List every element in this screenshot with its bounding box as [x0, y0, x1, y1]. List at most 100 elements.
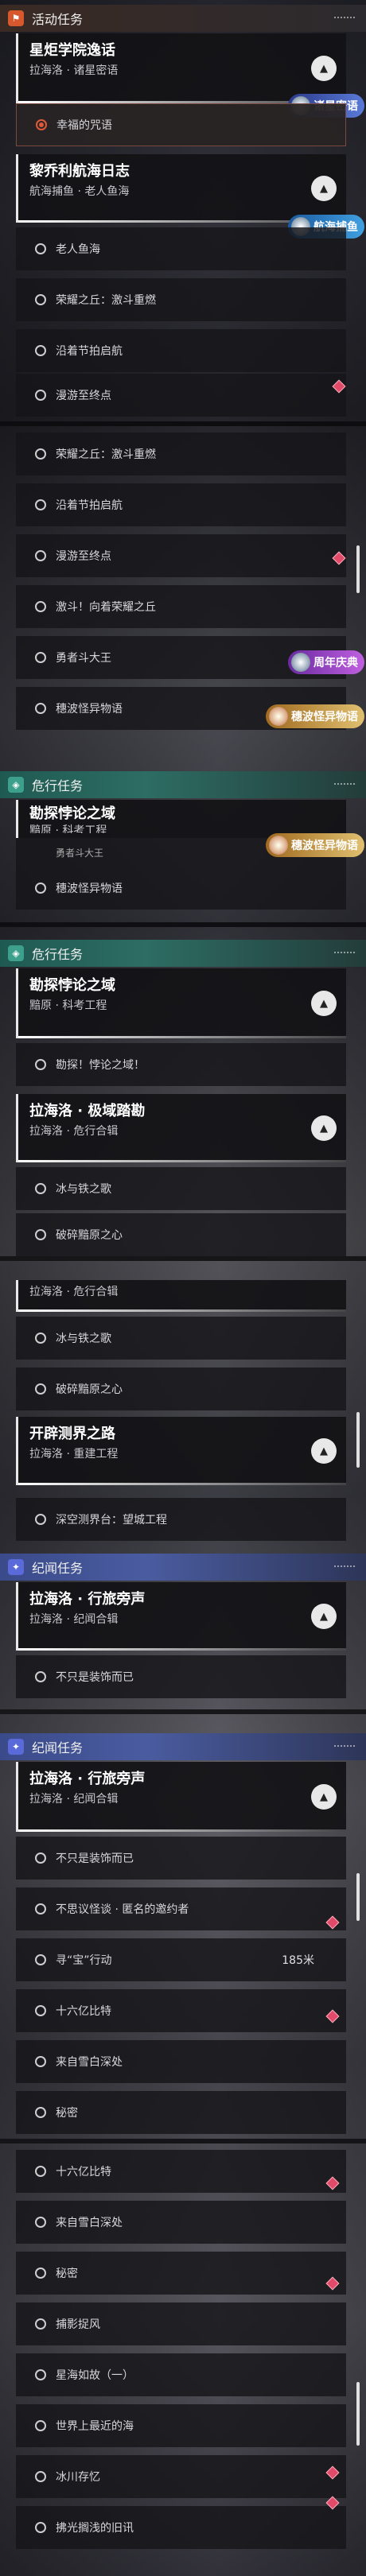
list-item[interactable]: 十六亿比特	[16, 1989, 346, 2032]
radio-icon	[35, 2056, 46, 2067]
list-item-label: 来自雪白深处	[56, 2056, 123, 2069]
list-item-label: 秘密	[56, 2107, 78, 2120]
list-item-label: 勘探！悖论之域！	[56, 1059, 145, 1072]
radio-icon	[35, 1383, 46, 1395]
radio-icon	[35, 2107, 46, 2118]
list-item[interactable]: 荣耀之丘：激斗重燃	[16, 433, 346, 475]
list-item[interactable]: 漫游至终点	[16, 374, 346, 417]
quest-card-jiyu[interactable]: 拉海洛 · 极域踏勘 拉海洛 · 危行合辑 ▲	[16, 1094, 346, 1162]
quest-card-lvxing[interactable]: 拉海洛 · 行旅旁声 拉海洛 · 纪闻合辑 ▲	[16, 1762, 346, 1832]
radio-icon	[35, 1671, 46, 1682]
list-item[interactable]: 沿着节拍启航	[16, 483, 346, 526]
section-title: 纪闻任务	[32, 1740, 84, 1755]
event-badge-suiha[interactable]: 穗波怪异物语	[266, 833, 364, 857]
list-item-label: 冰川存忆	[56, 2471, 100, 2484]
list-item[interactable]: 冰与铁之歌	[16, 1167, 346, 1210]
chevron-up-icon[interactable]: ▲	[311, 56, 337, 81]
radio-icon	[35, 1852, 46, 1864]
quest-card-kantan[interactable]: 勘探悖论之域 黯原 · 科考工程 ▲	[16, 968, 346, 1038]
list-item[interactable]: 勘探！悖论之域！	[16, 1043, 346, 1086]
list-item-label: 十六亿比特	[56, 2005, 111, 2018]
quest-card-liqiaoli[interactable]: 黎乔利航海日志 航海捕鱼 · 老人鱼海 ▲	[16, 154, 346, 223]
list-item-label: 深空测界台：望城工程	[56, 1514, 167, 1527]
list-item-label: 荣耀之丘：激斗重燃	[56, 448, 156, 461]
quest-card-xingju[interactable]: 星炬学院逸话 拉海洛 · 诸星密语 ▲	[16, 33, 346, 103]
list-item[interactable]: 不思议怪谈 · 匿名的邀约者	[16, 1887, 346, 1930]
list-item[interactable]: 星海如故（一）	[16, 2353, 346, 2396]
list-item[interactable]: 老人鱼海	[16, 227, 346, 270]
chevron-up-icon[interactable]: ▲	[311, 1604, 337, 1629]
quest-card-kantan-peek[interactable]: 勘探悖论之域 黯原 · 科考工程	[16, 800, 346, 838]
card-underline	[18, 1160, 346, 1162]
radio-icon	[35, 448, 46, 460]
list-item[interactable]: 来自雪白深处	[16, 2040, 346, 2083]
list-item-label: 十六亿比特	[56, 2166, 111, 2178]
danger-section-header[interactable]: ◈ 危行任务	[0, 771, 366, 798]
header-decoration	[334, 783, 355, 786]
screenshot-panel-4: ◈ 危行任务 勘探悖论之域 黯原 · 科考工程 ▲ 勘探！悖论之域！ 拉海洛 ·…	[0, 927, 366, 1256]
list-item[interactable]: 深空测界台：望城工程	[16, 1498, 346, 1541]
quest-card-cejie[interactable]: 开辟测界之路 拉海洛 · 重建工程 ▲	[16, 1417, 346, 1485]
list-item-label: 冰与铁之歌	[56, 1183, 111, 1196]
screenshot-panel-1: ⚑ 活动任务 星炬学院逸话 拉海洛 · 诸星密语 ▲ 诸星密语 幸福的咒语 黎乔…	[0, 0, 366, 374]
quest-item-active[interactable]: 幸福的咒语	[16, 103, 346, 146]
legend-section-header[interactable]: ✦ 纪闻任务	[0, 1554, 366, 1581]
list-item[interactable]: 十六亿比特	[16, 2150, 346, 2193]
scrollbar-thumb[interactable]	[356, 1412, 360, 1468]
list-item[interactable]: 拂光搁浅的旧讯	[16, 2506, 346, 2549]
list-item[interactable]: 激斗！向着荣耀之丘	[16, 585, 346, 628]
list-item-label: 来自雪白深处	[56, 2217, 123, 2229]
list-item[interactable]: 来自雪白深处	[16, 2201, 346, 2244]
chevron-up-icon[interactable]: ▲	[311, 176, 337, 201]
danger-section-header[interactable]: ◈ 危行任务	[0, 940, 366, 967]
list-item[interactable]: 冰川存忆	[16, 2455, 346, 2498]
list-item[interactable]: 漫游至终点	[16, 534, 346, 577]
card-underline	[18, 1036, 346, 1038]
chevron-up-icon[interactable]: ▲	[311, 991, 337, 1016]
radio-icon	[35, 1514, 46, 1525]
flag-icon: ⚑	[8, 10, 24, 26]
list-item-label: 激斗！向着荣耀之丘	[56, 601, 156, 614]
chevron-up-icon[interactable]: ▲	[311, 1784, 337, 1810]
event-badge-anniversary[interactable]: 周年庆典	[288, 650, 364, 674]
radio-icon	[35, 2268, 46, 2279]
radio-icon	[35, 1059, 46, 1070]
list-item[interactable]: 世界上最近的海	[16, 2404, 346, 2447]
list-item-label: 穗波怪异物语	[56, 703, 123, 716]
quest-subtitle: 拉海洛 · 危行合辑	[29, 1125, 119, 1138]
list-item-label: 穗波怪异物语	[56, 883, 123, 895]
radio-icon	[35, 703, 46, 714]
list-item-label: 荣耀之丘：激斗重燃	[56, 294, 156, 307]
list-item[interactable]: 不只是装饰而已	[16, 1655, 346, 1698]
quest-card-jiyu-peek[interactable]: 拉海洛 · 危行合辑	[16, 1280, 346, 1312]
list-item[interactable]: 沿着节拍启航	[16, 329, 346, 372]
hazard-icon: ◈	[8, 777, 24, 793]
list-item[interactable]: 穗波怪异物语	[16, 867, 346, 910]
list-item[interactable]: 冰与铁之歌	[16, 1317, 346, 1360]
radio-icon	[35, 499, 46, 510]
chevron-up-icon[interactable]: ▲	[311, 1438, 337, 1464]
list-item[interactable]: 捕影捉风	[16, 2302, 346, 2345]
activity-section-header[interactable]: ⚑ 活动任务	[0, 5, 366, 32]
star-icon: ✦	[8, 1739, 24, 1755]
scrollbar-thumb[interactable]	[356, 545, 360, 593]
event-badge-suiha[interactable]: 穗波怪异物语	[266, 704, 364, 728]
radio-icon	[35, 550, 46, 561]
scrollbar-thumb[interactable]	[356, 2382, 360, 2446]
legend-section-header[interactable]: ✦ 纪闻任务	[0, 1733, 366, 1760]
scrollbar-thumb[interactable]	[356, 1873, 360, 1921]
list-item[interactable]: 破碎黯原之心	[16, 1213, 346, 1256]
card-underline	[18, 1483, 346, 1485]
quest-card-lvxing[interactable]: 拉海洛 · 行旅旁声 拉海洛 · 纪闻合辑 ▲	[16, 1582, 346, 1651]
list-item-label: 拂光搁浅的旧讯	[56, 2522, 134, 2535]
chevron-up-icon[interactable]: ▲	[311, 1115, 337, 1141]
list-item-label: 漫游至终点	[56, 390, 111, 402]
list-item[interactable]: 荣耀之丘：激斗重燃	[16, 278, 346, 321]
list-item[interactable]: 秘密	[16, 2091, 346, 2134]
list-item[interactable]: 不只是装饰而已	[16, 1837, 346, 1880]
list-item[interactable]: 秘密	[16, 2252, 346, 2295]
list-item[interactable]: 寻“宝”行动 185米	[16, 1938, 346, 1981]
list-item-label: 冰与铁之歌	[56, 1333, 111, 1345]
radio-icon	[36, 119, 47, 130]
list-item[interactable]: 破碎黯原之心	[16, 1368, 346, 1410]
